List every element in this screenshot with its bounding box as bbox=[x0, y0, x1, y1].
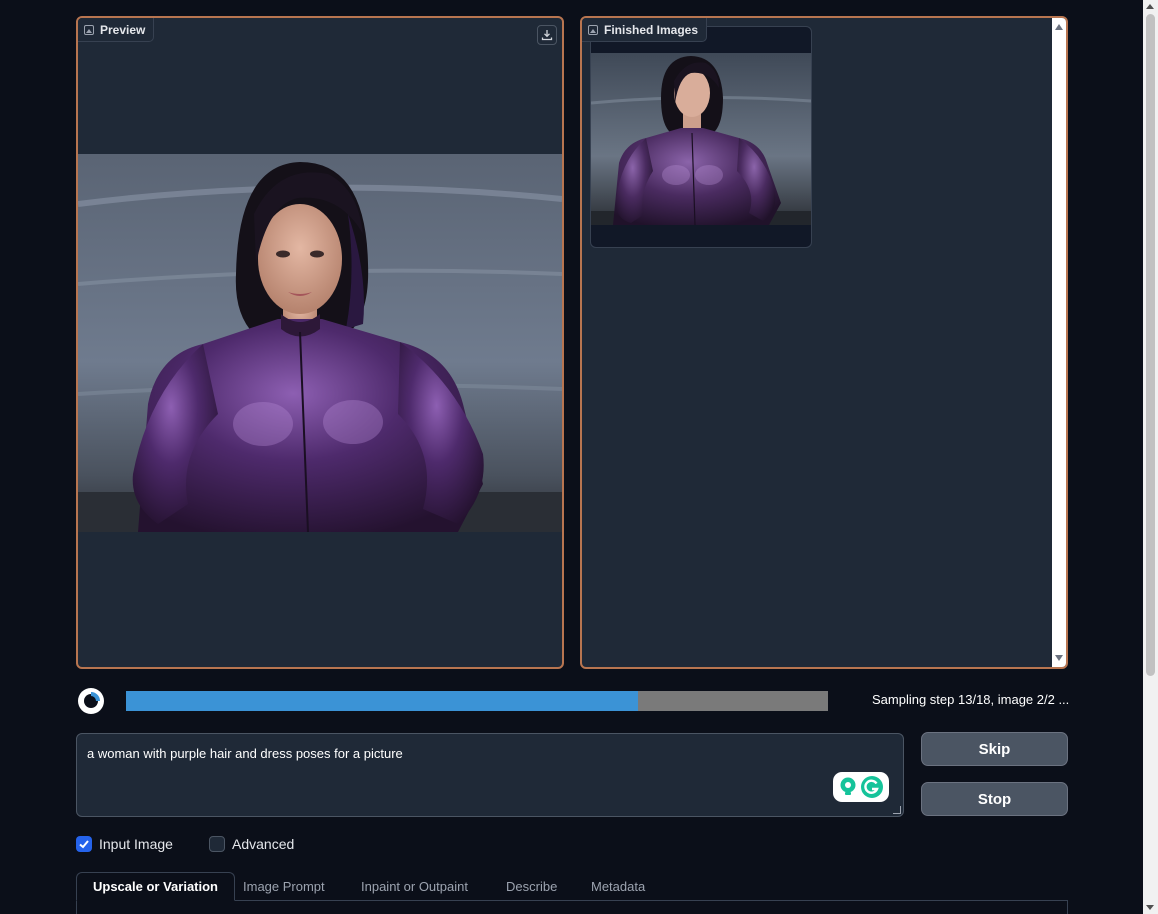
page-scroll-up-icon[interactable] bbox=[1146, 4, 1154, 9]
tab-metadata[interactable]: Metadata bbox=[575, 872, 661, 901]
tab-bar: Upscale or Variation Image Prompt Inpain… bbox=[76, 872, 1068, 914]
scroll-down-icon[interactable] bbox=[1055, 655, 1063, 661]
grammarly-icon[interactable] bbox=[861, 776, 883, 798]
tab-content bbox=[76, 901, 1068, 914]
checkmark-icon bbox=[79, 840, 89, 849]
advanced-checkbox[interactable] bbox=[209, 836, 225, 852]
prompt-text[interactable]: a woman with purple hair and dress poses… bbox=[87, 746, 403, 761]
image-icon bbox=[84, 24, 94, 35]
skip-button[interactable]: Skip bbox=[921, 732, 1068, 766]
page-scroll-down-icon[interactable] bbox=[1146, 905, 1154, 910]
finished-label-tag: Finished Images bbox=[582, 18, 708, 42]
page-scroll-thumb[interactable] bbox=[1146, 14, 1155, 676]
preview-image[interactable] bbox=[78, 154, 562, 532]
lightbulb-icon[interactable] bbox=[839, 777, 857, 797]
finished-label: Finished Images bbox=[604, 22, 699, 37]
progress-status: Sampling step 13/18, image 2/2 ... bbox=[872, 692, 1070, 707]
progress-bar bbox=[126, 691, 828, 711]
advanced-label[interactable]: Advanced bbox=[232, 836, 294, 852]
tab-inpaint-or-outpaint[interactable]: Inpaint or Outpaint bbox=[345, 872, 484, 901]
finished-image[interactable] bbox=[591, 53, 811, 225]
image-icon bbox=[588, 24, 598, 35]
preview-panel: Preview bbox=[76, 16, 564, 669]
prompt-input[interactable]: a woman with purple hair and dress poses… bbox=[76, 733, 904, 817]
scroll-up-icon[interactable] bbox=[1055, 24, 1063, 30]
preview-label-tag: Preview bbox=[78, 18, 155, 42]
download-icon bbox=[541, 30, 553, 41]
resize-handle[interactable] bbox=[893, 806, 901, 814]
tab-image-prompt[interactable]: Image Prompt bbox=[227, 872, 341, 901]
preview-label: Preview bbox=[100, 22, 146, 37]
input-image-checkbox[interactable] bbox=[76, 836, 92, 852]
advanced-option[interactable]: Advanced bbox=[209, 836, 294, 852]
tab-upscale-or-variation[interactable]: Upscale or Variation bbox=[76, 872, 235, 901]
input-image-option[interactable]: Input Image bbox=[76, 836, 173, 852]
gallery-scrollbar[interactable] bbox=[1052, 18, 1066, 667]
stop-button[interactable]: Stop bbox=[921, 782, 1068, 816]
finished-thumbnail[interactable] bbox=[590, 26, 812, 248]
finished-images-panel: Finished Images bbox=[580, 16, 1068, 669]
tab-describe[interactable]: Describe bbox=[490, 872, 573, 901]
input-image-label[interactable]: Input Image bbox=[99, 836, 173, 852]
download-button[interactable] bbox=[537, 25, 557, 45]
grammarly-widget[interactable] bbox=[833, 772, 889, 802]
loading-spinner-icon bbox=[78, 688, 104, 714]
progress-fill bbox=[126, 691, 639, 711]
page-scrollbar[interactable] bbox=[1143, 0, 1158, 914]
